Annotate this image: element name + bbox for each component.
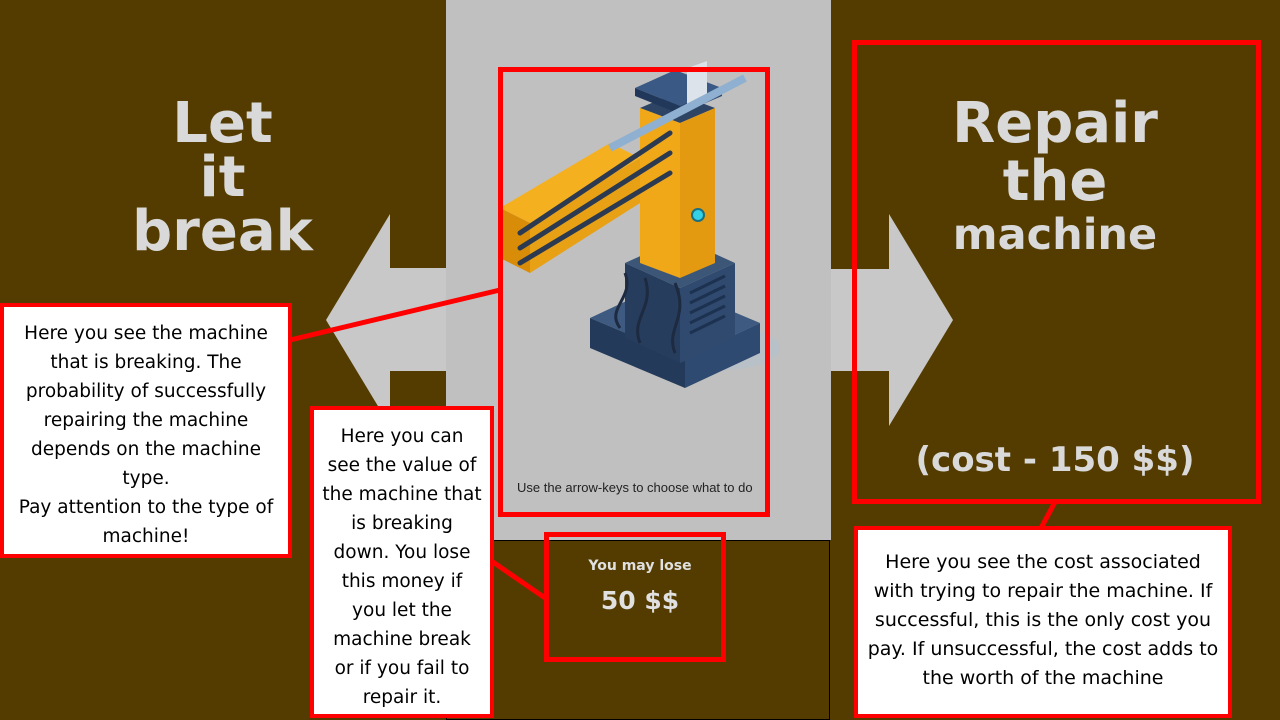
machine-callout: Here you see the machine that is breakin…	[0, 303, 292, 558]
repair-highlight-box	[852, 40, 1261, 504]
machine-highlight-box	[498, 67, 770, 517]
value-callout: Here you can see the value of the machin…	[310, 406, 494, 718]
cost-callout: Here you see the cost associated with tr…	[854, 526, 1232, 718]
value-highlight-box	[544, 532, 726, 662]
